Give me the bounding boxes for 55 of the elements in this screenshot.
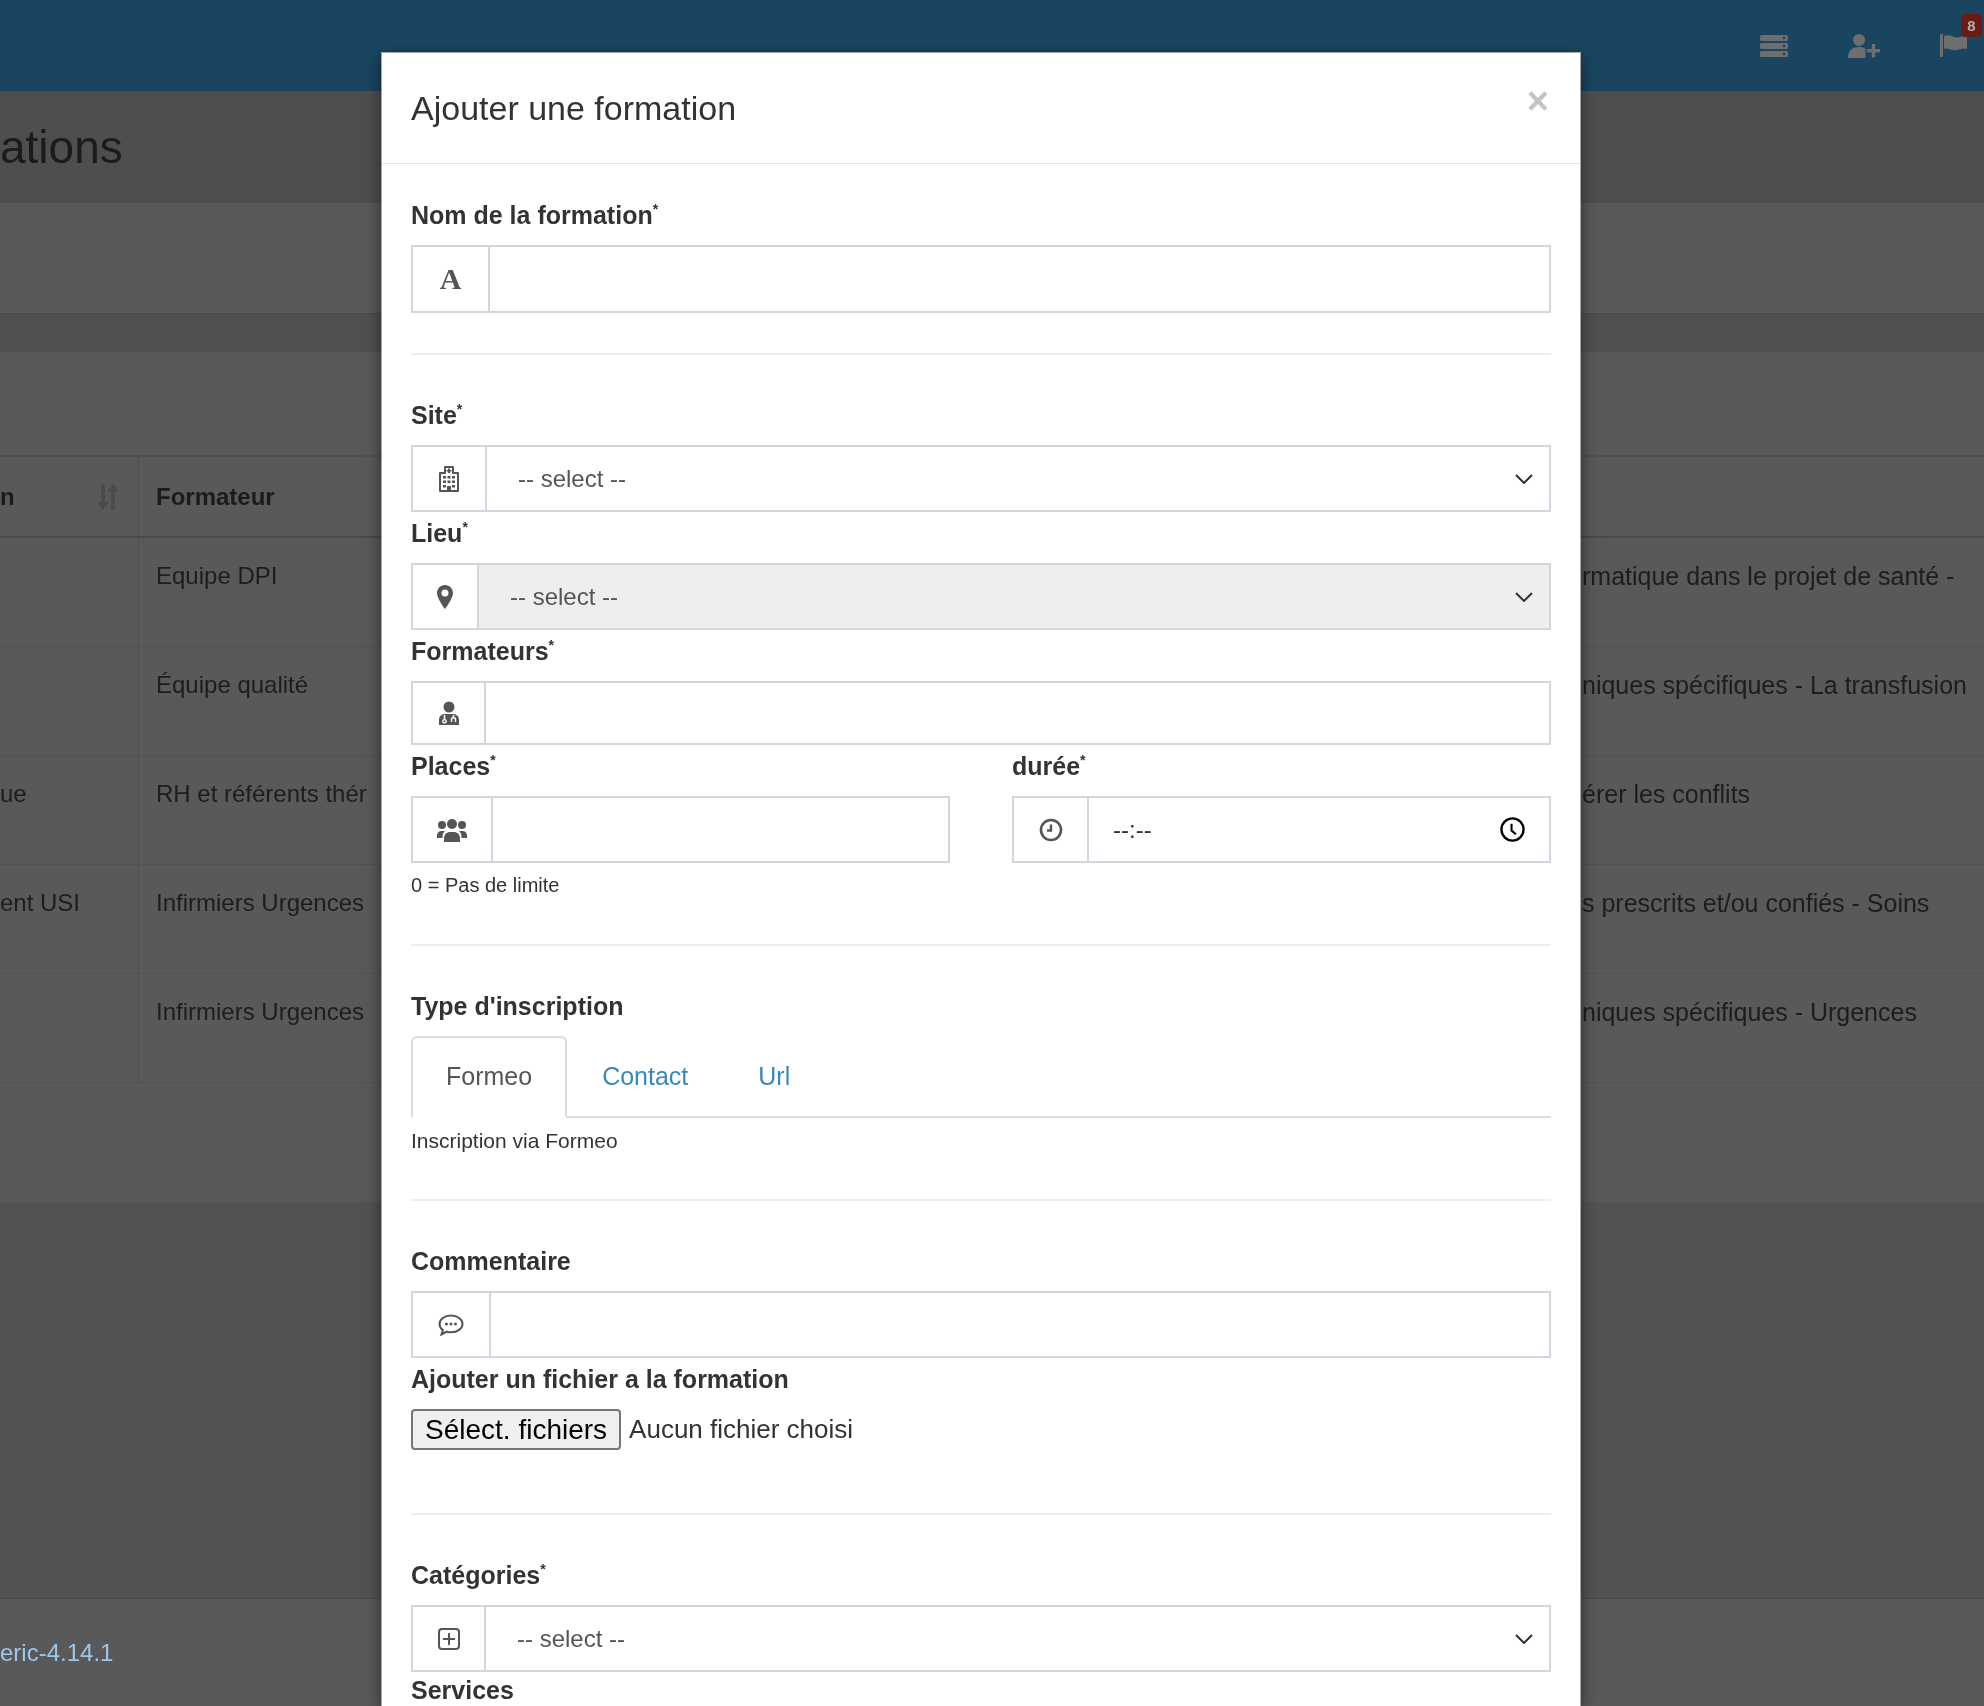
field-label: Type d'inscription — [411, 992, 625, 1020]
table-cell: RH et référents thér — [156, 780, 367, 807]
table-cell: ent USI — [0, 889, 81, 916]
speech-bubble-icon — [438, 1313, 464, 1336]
modal-title: Ajouter une formation — [411, 88, 737, 129]
building-icon — [439, 465, 459, 492]
places-field[interactable] — [411, 796, 950, 863]
choose-files-button[interactable]: Sélect. fichiers — [411, 1409, 622, 1450]
users-icon — [437, 817, 467, 842]
categories-select[interactable]: -- select -- — [411, 1605, 1551, 1672]
field-label: Lieu$^{*}$ — [411, 519, 469, 547]
chevron-down-icon — [1515, 591, 1533, 602]
table-cell: Equipe DPI — [156, 562, 278, 589]
server-icon[interactable] — [1760, 34, 1788, 57]
plus-square-icon — [437, 1627, 460, 1650]
text-field[interactable]: A — [411, 245, 1551, 313]
chevron-down-icon — [1515, 1633, 1533, 1644]
field-label: Nom de la formation$^{*}$ — [411, 201, 660, 229]
field-label: Site$^{*}$ — [411, 401, 464, 429]
file-status-text: Aucun fichier choisi — [629, 1413, 854, 1446]
help-text: 0 = Pas de limite — [411, 873, 561, 897]
notification-count: 8 — [1961, 14, 1982, 37]
tab[interactable]: Url — [723, 1036, 826, 1118]
trainers-field[interactable] — [411, 681, 1551, 745]
field-label: Places$^{*}$ — [411, 752, 497, 780]
table-cell: ue — [0, 780, 27, 807]
clock-icon — [1038, 817, 1063, 842]
field-label: Catégories$^{*}$ — [411, 1561, 547, 1589]
time-field[interactable]: --:-- — [1012, 796, 1551, 863]
field-label: Ajouter un fichier a la formation — [411, 1365, 790, 1393]
tab[interactable]: Contact — [567, 1036, 724, 1118]
table-cell: Équipe qualité — [156, 671, 309, 698]
field-label: Services — [411, 1677, 515, 1703]
comment-field[interactable] — [411, 1291, 1551, 1358]
table-cell: rmatique dans le projet de santé - — [1582, 562, 1955, 590]
clock-icon[interactable] — [1500, 817, 1525, 842]
chevron-down-icon — [1515, 473, 1533, 484]
user-plus-icon[interactable] — [1848, 33, 1880, 58]
table-cell: érer les conflits — [1582, 780, 1751, 808]
table-cell: niques spécifiques - La transfusion — [1582, 671, 1967, 699]
tab[interactable]: Formeo — [411, 1036, 568, 1118]
map-pin-icon — [437, 584, 453, 609]
flag-icon[interactable] — [1940, 34, 1967, 57]
table-cell: niques spécifiques - Urgences — [1582, 998, 1917, 1026]
site-select[interactable]: -- select -- — [411, 445, 1551, 512]
table-cell: Infirmiers Urgences — [156, 998, 365, 1025]
tab-description: Inscription via Formeo — [411, 1129, 619, 1153]
doctor-icon — [437, 701, 460, 725]
table-cell: s prescrits et/ou confiés - Soins — [1582, 889, 1930, 917]
field-label: Commentaire — [411, 1247, 572, 1275]
table-cell: Infirmiers Urgences — [156, 889, 365, 916]
field-label: durée$^{*}$ — [1012, 752, 1087, 780]
field-label: Formateurs$^{*}$ — [411, 637, 555, 665]
version-link[interactable]: eric-4.14.1 — [0, 1634, 114, 1671]
font-icon: A — [439, 264, 462, 294]
